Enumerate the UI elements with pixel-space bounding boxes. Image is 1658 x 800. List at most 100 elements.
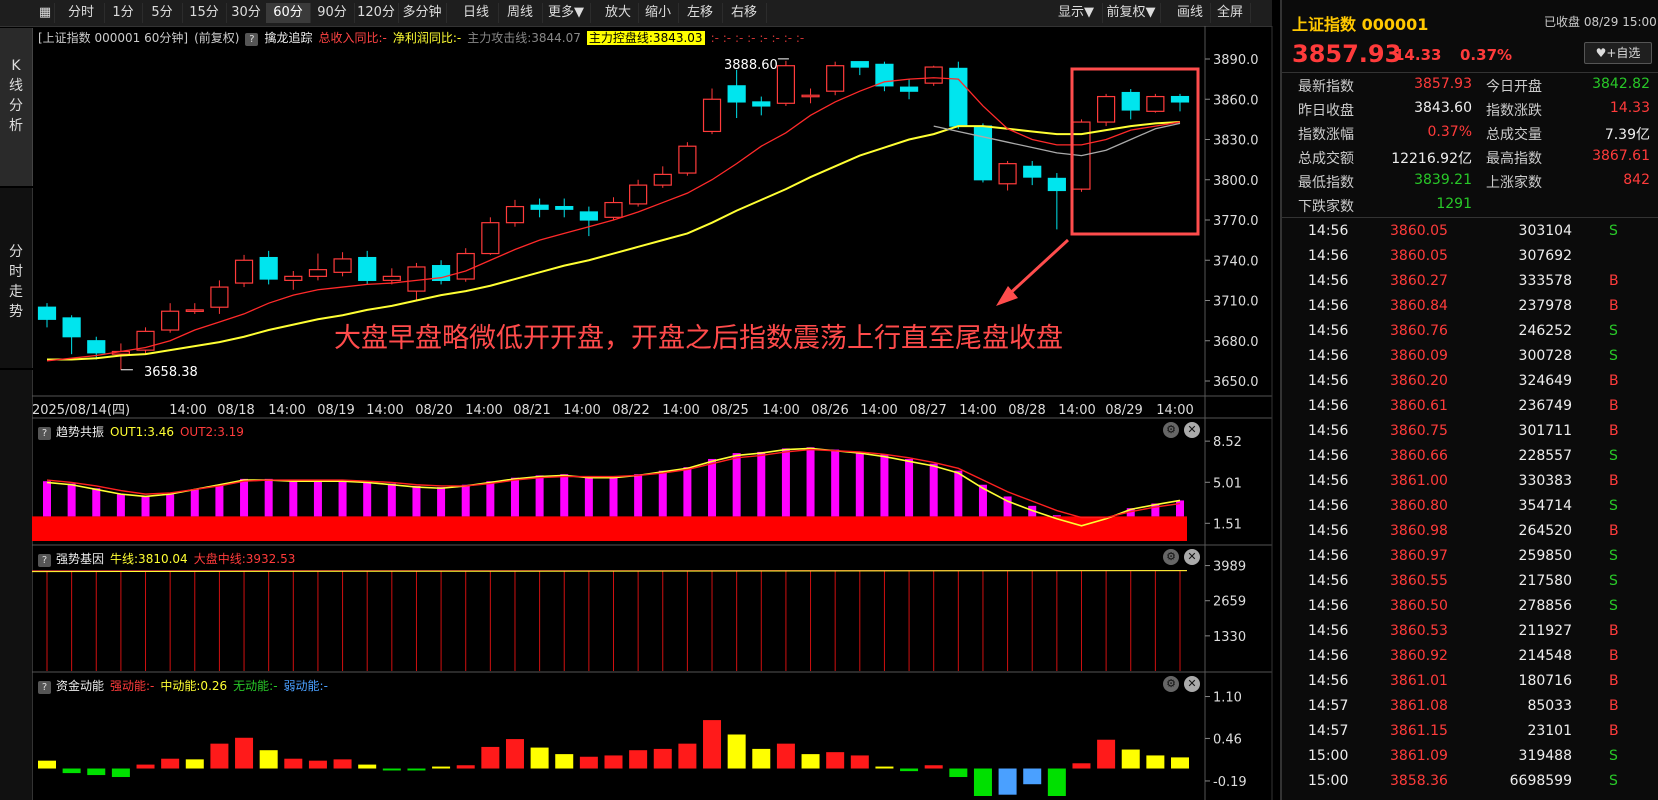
sub3-medium: 中动能:0.26 (160, 679, 228, 693)
sub2-bull: 牛线:3810.04 (110, 552, 188, 566)
sub1-bar (363, 481, 372, 517)
sub3-bar (333, 759, 352, 769)
tick-time: 15:00 (1308, 748, 1349, 764)
sub3-bar (949, 768, 968, 778)
candle-body (924, 66, 943, 84)
sub1-bar (831, 449, 840, 517)
gear-icon[interactable]: ⚙ (1163, 676, 1179, 692)
sub2-header: ? 强势基因 牛线:3810.04 大盘中线:3932.53 (38, 550, 295, 567)
candle-body (629, 184, 648, 205)
candle-body (1047, 177, 1066, 192)
sub2-title: 强势基因 (56, 552, 105, 566)
quote-field-label: 昨日收盘 (1298, 103, 1354, 119)
tick-row: 15:00 3861.09 319488 S (1282, 745, 1658, 769)
tick-row: 14:56 3861.00 330383 B (1282, 470, 1658, 494)
sub1-bar (510, 477, 519, 517)
tick-price: 3860.05 (1390, 248, 1448, 264)
tick-time: 14:56 (1308, 673, 1349, 689)
sub1-bar (387, 483, 396, 517)
candle-body (62, 317, 81, 338)
sub3-bar (875, 766, 894, 769)
tick-time: 14:56 (1308, 448, 1349, 464)
sub3-strong: 强动能:- (110, 679, 155, 693)
sub1-bar (1176, 500, 1184, 517)
sub1-bar (313, 480, 322, 517)
candle-body (185, 309, 204, 312)
sub1-bar (658, 470, 667, 517)
sub3-bar (235, 737, 254, 769)
candle-body (702, 98, 722, 133)
time-axis-label: 14:00 (959, 403, 996, 418)
sub3-bar (505, 739, 524, 769)
sub1-bar (806, 447, 815, 517)
price-axis-label: 3800.0 (1213, 174, 1259, 189)
tick-time: 14:56 (1308, 248, 1349, 264)
gear-icon[interactable]: ⚙ (1163, 549, 1179, 565)
tick-price: 3860.05 (1390, 223, 1448, 239)
tick-price: 3860.27 (1390, 273, 1448, 289)
quote-field-label: 总成交额 (1298, 151, 1354, 167)
price-change-pct: 0.37% (1460, 46, 1513, 64)
sub1-bar (855, 451, 864, 517)
time-axis-label: 14:00 (169, 403, 206, 418)
help-icon[interactable]: ? (38, 427, 51, 440)
sub1-bar (264, 478, 273, 517)
gear-icon[interactable]: ⚙ (1163, 422, 1179, 438)
quote-field-label: 最低指数 (1298, 175, 1354, 191)
tick-time: 14:56 (1308, 598, 1349, 614)
last-price: 3857.93 (1292, 40, 1402, 68)
tick-volume: 259850 (1518, 548, 1572, 564)
add-favorite-button[interactable]: ♥+自选 (1584, 42, 1652, 64)
candle-body (358, 256, 377, 281)
tick-price: 3860.50 (1390, 598, 1448, 614)
time-axis-label: 08/25 (711, 403, 748, 418)
sub3-bar (678, 743, 697, 769)
sub3-axis-label: -0.19 (1213, 775, 1247, 790)
help-icon[interactable]: ? (38, 554, 51, 567)
sub3-bar (998, 768, 1017, 795)
help-icon[interactable]: ? (38, 681, 51, 694)
time-axis-label: 14:00 (662, 403, 699, 418)
candle-body (555, 205, 574, 210)
quote-field-label: 指数涨跌 (1486, 103, 1542, 119)
tick-volume: 211927 (1518, 623, 1572, 639)
sub1-bar (289, 480, 298, 517)
close-icon[interactable]: ✕ (1184, 676, 1200, 692)
sub1-bar (92, 488, 101, 517)
sub3-bar (38, 760, 56, 769)
close-icon[interactable]: ✕ (1184, 422, 1200, 438)
sub3-bar (259, 750, 278, 769)
sub3-bar (604, 755, 623, 769)
sub3-bar (653, 748, 672, 769)
sub1-bar (757, 451, 766, 517)
low-label: 3658.38 (144, 365, 198, 380)
tick-row: 14:56 3860.61 236749 B (1282, 395, 1658, 419)
tick-side: B (1609, 673, 1619, 689)
price-axis-label: 3890.0 (1213, 53, 1259, 68)
sub1-bar (166, 494, 175, 517)
tick-volume: 324649 (1518, 373, 1572, 389)
tick-volume: 23101 (1527, 723, 1572, 739)
tick-volume: 300728 (1518, 348, 1572, 364)
tick-volume: 333578 (1518, 273, 1572, 289)
quote-field-label: 总成交量 (1486, 127, 1542, 143)
close-icon[interactable]: ✕ (1184, 549, 1200, 565)
quote-field-label: 今日开盘 (1486, 79, 1542, 95)
sub1-bar (141, 496, 150, 517)
tick-price: 3860.84 (1390, 298, 1448, 314)
price-axis-label: 3680.0 (1213, 335, 1259, 350)
tick-volume: 237978 (1518, 298, 1572, 314)
price-axis-label: 3710.0 (1213, 295, 1259, 310)
tick-volume: 85033 (1527, 698, 1572, 714)
sub1-header: ? 趋势共振 OUT1:3.46 OUT2:3.19 (38, 423, 244, 440)
tick-time: 14:56 (1308, 648, 1349, 664)
tick-row: 14:56 3860.27 333578 B (1282, 270, 1658, 294)
sub1-bar (781, 448, 790, 517)
quote-title: 上证指数 000001 (1292, 15, 1429, 34)
tick-time: 14:56 (1308, 423, 1349, 439)
tick-row: 14:56 3860.05 303104 S (1282, 220, 1658, 244)
candle-body (1097, 95, 1116, 123)
sub1-bar (486, 481, 495, 517)
tick-side: B (1609, 423, 1619, 439)
sub3-bar (136, 764, 155, 769)
